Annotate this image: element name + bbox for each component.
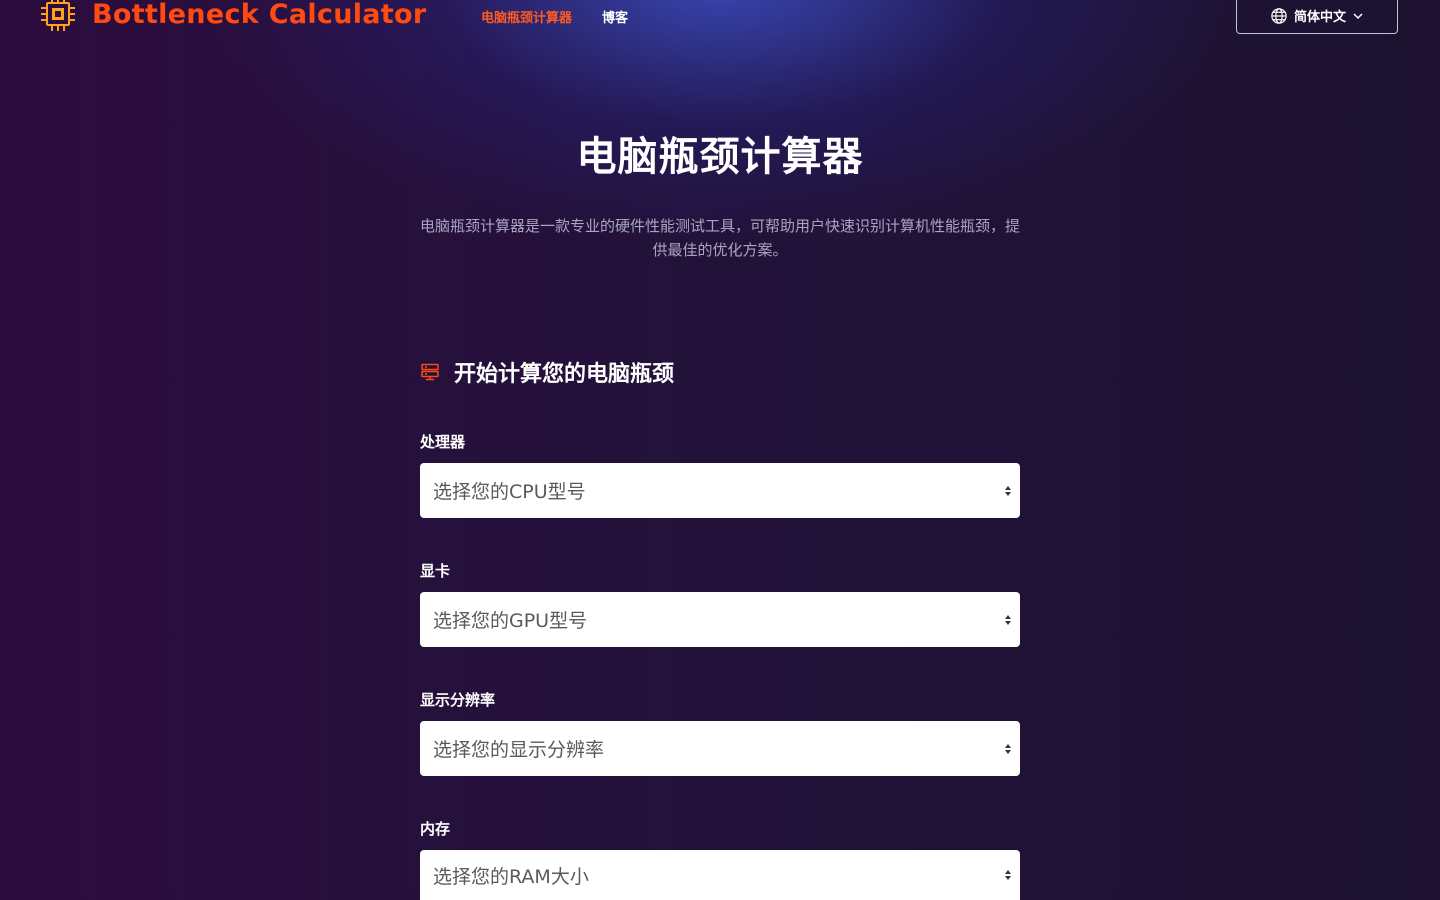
select-arrows-icon [1005,870,1011,880]
site-header: Bottleneck Calculator 电脑瓶颈计算器 博客 简体中文 [0,0,1440,40]
resolution-select[interactable]: 选择您的显示分辨率 [420,721,1020,776]
server-icon [421,363,439,381]
gpu-select-placeholder: 选择您的GPU型号 [433,610,588,632]
gpu-select[interactable]: 选择您的GPU型号 [420,592,1020,647]
nav-item-bottleneck-calculator[interactable]: 电脑瓶颈计算器 [481,7,572,26]
resolution-select-placeholder: 选择您的显示分辨率 [433,739,605,761]
cpu-select-placeholder: 选择您的CPU型号 [433,481,586,503]
language-label: 简体中文 [1293,10,1346,25]
cpu-label: 处理器 [420,433,466,451]
resolution-label: 显示分辨率 [420,691,496,709]
select-arrows-icon [1005,614,1011,625]
site-logo[interactable]: Bottleneck Calculator [38,0,426,34]
calculator-heading-text: 开始计算您的电脑瓶颈 [454,362,675,387]
page-title: 电脑瓶颈计算器 [576,134,864,180]
logo-text: Bottleneck Calculator [92,0,427,30]
calculator-heading: 开始计算您的电脑瓶颈 [420,356,674,388]
ram-label: 内存 [420,820,451,838]
ram-select[interactable]: 选择您的RAM大小 [420,850,1020,900]
globe-icon [1271,7,1287,24]
nav-item-blog[interactable]: 博客 [602,7,628,26]
gpu-label: 显卡 [420,562,451,580]
ram-select-placeholder: 选择您的RAM大小 [433,865,589,888]
language-selector[interactable]: 简体中文 [1236,0,1398,34]
select-arrows-icon [1005,485,1011,496]
cpu-select[interactable]: 选择您的CPU型号 [420,463,1020,518]
select-arrows-icon [1005,743,1011,754]
main-nav: 电脑瓶颈计算器 博客 [481,7,628,26]
cpu-chip-icon [41,0,75,31]
page-description: 电脑瓶颈计算器是一款专业的硬件性能测试工具，可帮助用户快速识别计算机性能瓶颈，提… [420,217,1021,259]
chevron-down-icon [1353,12,1363,19]
